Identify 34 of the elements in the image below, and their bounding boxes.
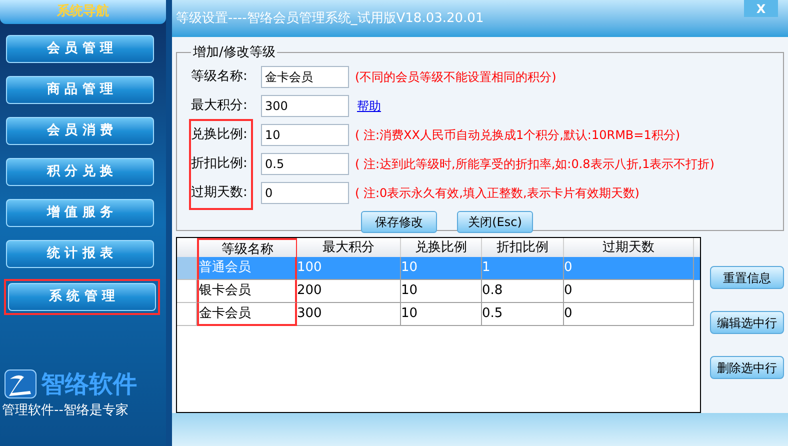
group-title: 增加/修改等级: [192, 44, 276, 62]
logo-icon: [4, 368, 37, 398]
logo-slogan: 管理软件--智络是专家: [2, 402, 130, 420]
side-button[interactable]: 重置信息: [710, 266, 784, 289]
input-field[interactable]: 0.5: [261, 153, 349, 175]
field-label: 折扣比例:: [191, 155, 248, 174]
field-label: 最大积分:: [191, 97, 248, 116]
table-cell: 0.5: [482, 303, 564, 326]
table-cell: 0: [564, 303, 694, 326]
field-label: 等级名称:: [191, 68, 248, 86]
sidebar-title: 系统导航: [57, 2, 109, 22]
field-label: 兑换比例:: [191, 126, 248, 144]
input-field[interactable]: 金卡会员: [261, 66, 349, 88]
row-header[interactable]: [177, 303, 197, 326]
input-field[interactable]: 300: [261, 95, 349, 117]
note-text: ( 注:消费XX人民币自动兑换成1个积分,默认:10RMB=1积分): [355, 127, 680, 144]
field-label: 过期天数:: [191, 184, 248, 202]
logo-text: 智络软件: [41, 372, 137, 396]
row-header[interactable]: [177, 257, 197, 280]
row-header[interactable]: [177, 280, 197, 303]
note-text: ( 注:0表示永久有效,填入正整数,表示卡片有效期天数): [355, 185, 640, 202]
note-text: ( 注:达到此等级时,所能享受的折扣率,如:0.8表示八折,1表示不打折): [355, 156, 714, 173]
table-cell: 10: [401, 303, 482, 326]
input-field[interactable]: 10: [261, 124, 349, 146]
help-link[interactable]: 帮助: [357, 97, 381, 115]
table-cell: 300: [297, 303, 401, 326]
action-button[interactable]: 保存修改: [361, 210, 437, 232]
window-title: 等级设置----智络会员管理系统_试用版V18.03.20.01: [176, 10, 484, 28]
table-cell: 金卡会员: [197, 303, 297, 326]
side-button[interactable]: 编辑选中行: [710, 311, 784, 334]
input-field[interactable]: 0: [261, 182, 349, 204]
note-text: (不同的会员等级不能设置相同的积分): [355, 69, 556, 86]
action-button[interactable]: 关闭(Esc): [457, 210, 533, 232]
side-button[interactable]: 删除选中行: [710, 356, 784, 379]
